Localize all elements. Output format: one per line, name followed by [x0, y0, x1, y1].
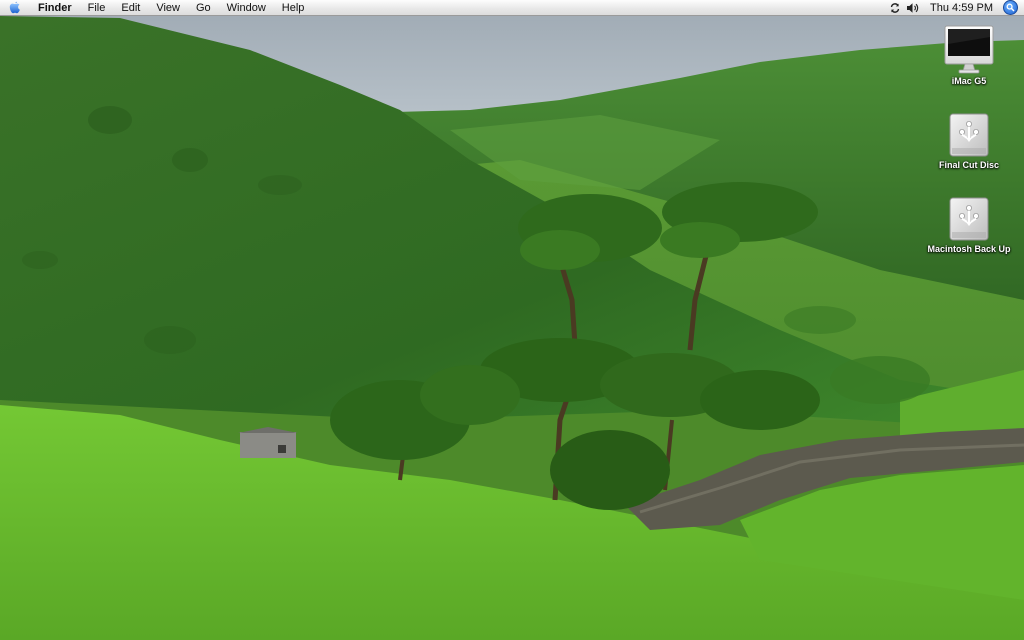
- desktop-wallpaper: [0, 0, 1024, 640]
- menu-go[interactable]: Go: [188, 0, 219, 16]
- menu-window[interactable]: Window: [219, 0, 274, 16]
- desktop[interactable]: Finder File Edit View Go Window Help Thu…: [0, 0, 1024, 640]
- menu-view[interactable]: View: [148, 0, 188, 16]
- apple-menu-button[interactable]: [0, 0, 30, 16]
- menu-edit[interactable]: Edit: [113, 0, 148, 16]
- spotlight-button[interactable]: [1003, 0, 1018, 15]
- menu-bar: Finder File Edit View Go Window Help Thu…: [0, 0, 1024, 16]
- firewire-disk-icon: [941, 190, 997, 242]
- menu-help[interactable]: Help: [274, 0, 313, 16]
- desktop-icon-imac-g5[interactable]: iMac G5: [921, 22, 1017, 86]
- volume-icon[interactable]: [904, 0, 922, 16]
- menu-finder[interactable]: Finder: [30, 0, 80, 16]
- apple-logo-icon: [9, 1, 20, 14]
- desktop-icon-label: Macintosh Back Up: [927, 244, 1011, 254]
- menu-clock[interactable]: Thu 4:59 PM: [922, 0, 1001, 16]
- desktop-icon-label: Final Cut Disc: [938, 160, 999, 170]
- desktop-icon-final-cut-disc[interactable]: Final Cut Disc: [921, 106, 1017, 170]
- desktop-icon-macintosh-back-up[interactable]: Macintosh Back Up: [921, 190, 1017, 254]
- menu-file[interactable]: File: [80, 0, 114, 16]
- spotlight-search-icon: [1006, 3, 1015, 12]
- firewire-disk-icon: [941, 106, 997, 158]
- desktop-icon-label: iMac G5: [951, 76, 987, 86]
- imac-computer-icon: [941, 22, 997, 74]
- sync-icon[interactable]: [886, 0, 904, 16]
- menu-extras: Thu 4:59 PM: [886, 0, 1024, 16]
